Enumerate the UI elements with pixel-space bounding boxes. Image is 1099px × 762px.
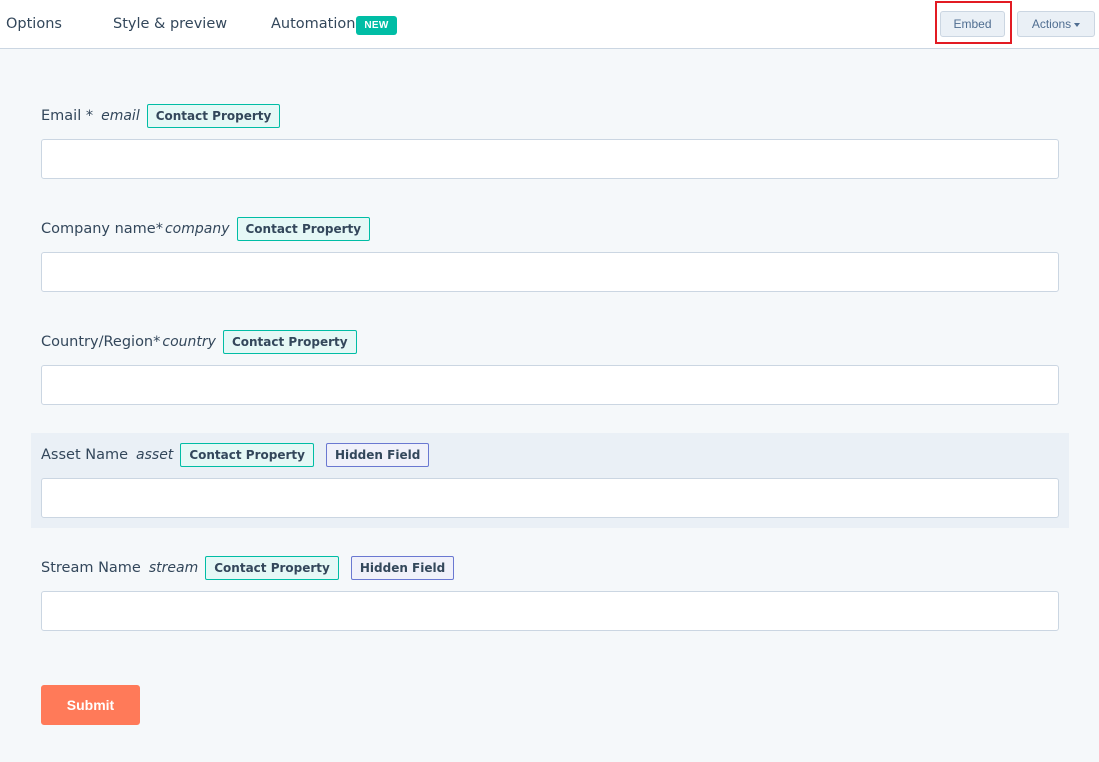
field-label: Asset Name: [41, 447, 129, 463]
embed-button-label: Embed: [953, 17, 992, 31]
field-email-label-row: Email * email Contact Property: [41, 104, 281, 128]
embed-button[interactable]: Embed: [940, 11, 1005, 37]
field-country-label-row: Country/Region* country Contact Property: [41, 330, 357, 354]
email-field[interactable]: [41, 139, 1059, 179]
field-label: Email *: [41, 108, 94, 124]
contact-property-tag: Contact Property: [146, 104, 281, 128]
contact-property-tag: Contact Property: [236, 217, 371, 241]
field-property-name: asset: [136, 447, 174, 463]
field-property-name: stream: [148, 560, 199, 576]
contact-property-tag: Contact Property: [205, 556, 339, 580]
tab-style-preview[interactable]: Style & preview: [113, 16, 227, 32]
caret-down-icon: [1074, 22, 1081, 27]
submit-button[interactable]: Submit: [41, 685, 140, 725]
field-asset-label-row: Asset Name asset Contact Property Hidden…: [41, 443, 430, 467]
field-property-name: company: [164, 221, 230, 237]
field-label: Company name*: [41, 221, 163, 237]
asset-name-field[interactable]: [41, 478, 1059, 518]
stream-name-field[interactable]: [41, 591, 1059, 631]
field-company-label-row: Company name* company Contact Property: [41, 217, 371, 241]
field-property-name: country: [162, 334, 216, 350]
field-stream-label-row: Stream Name stream Contact Property Hidd…: [41, 556, 455, 580]
hidden-field-tag: Hidden Field: [350, 556, 455, 580]
tab-automation[interactable]: Automation: [271, 16, 355, 32]
submit-button-label: Submit: [66, 697, 115, 713]
company-name-field[interactable]: [41, 252, 1059, 292]
field-property-name: email: [101, 108, 140, 124]
country-region-field[interactable]: [41, 365, 1059, 405]
hidden-field-tag: Hidden Field: [325, 443, 430, 467]
contact-property-tag: Contact Property: [180, 443, 314, 467]
actions-button-label: Actions: [1031, 17, 1072, 31]
contact-property-tag: Contact Property: [222, 330, 357, 354]
tab-options[interactable]: Options: [6, 16, 62, 32]
field-label: Country/Region*: [41, 334, 161, 350]
new-badge: NEW: [356, 16, 397, 35]
top-nav-bar: Options Style & preview Automation NEW E…: [0, 0, 1099, 49]
field-label: Stream Name: [41, 560, 141, 576]
actions-button[interactable]: Actions: [1017, 11, 1095, 37]
